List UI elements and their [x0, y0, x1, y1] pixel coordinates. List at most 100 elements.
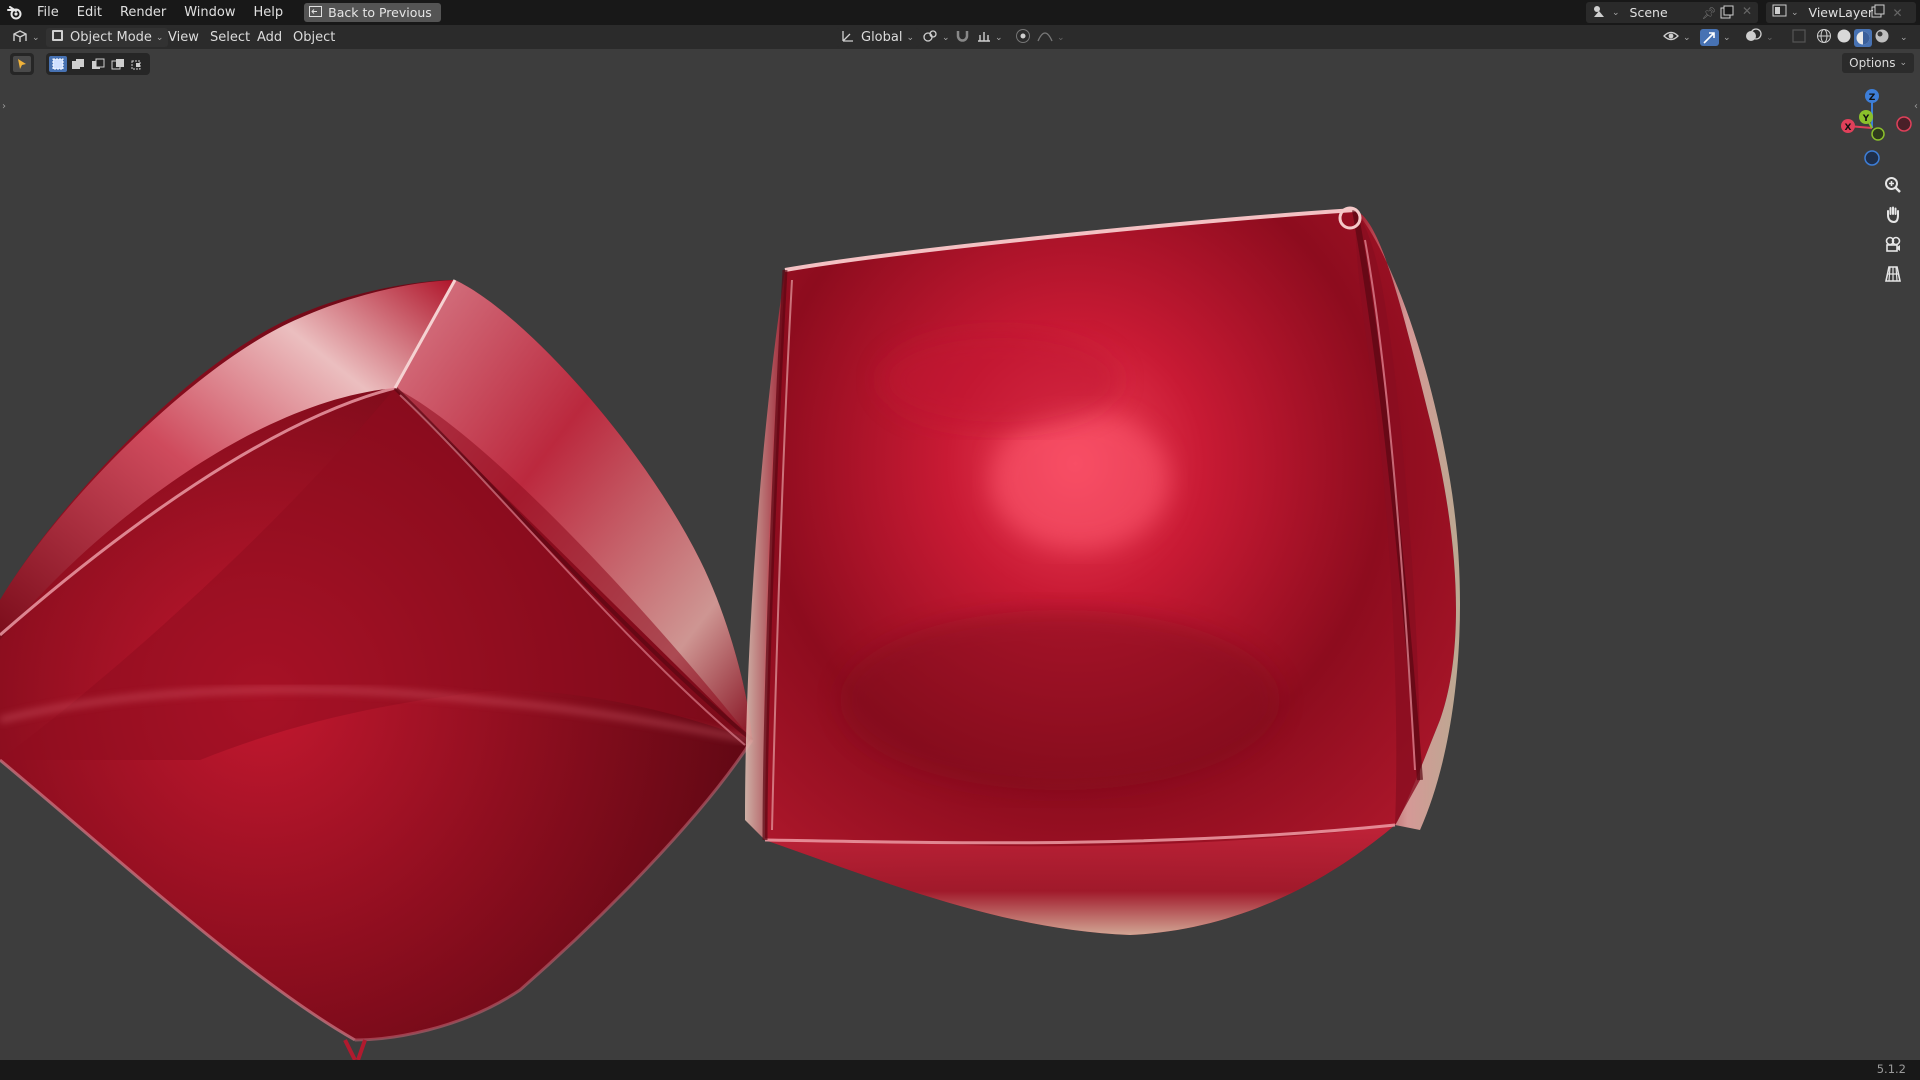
eye-icon — [1663, 29, 1679, 47]
xray-toggle[interactable] — [1792, 28, 1806, 47]
view-layer-name[interactable]: ViewLayer — [1809, 5, 1874, 20]
select-extend-icon[interactable] — [69, 56, 87, 72]
3d-viewport[interactable] — [0, 49, 1920, 1061]
viewport-header: ⌄ Object Mode ⌄ View Select Add Object G… — [0, 25, 1920, 49]
status-bar: 5.1.2 — [0, 1060, 1920, 1080]
proportional-edit-icon — [1015, 28, 1031, 48]
viewport-scene — [0, 206, 1460, 1061]
neg-z-axis-handle[interactable] — [1864, 150, 1880, 166]
new-scene-icon[interactable] — [1720, 5, 1734, 23]
toolbar-expand-arrow-icon[interactable]: › — [2, 101, 6, 112]
shading-material-button[interactable] — [1854, 28, 1872, 47]
menu-object[interactable]: Object — [293, 28, 335, 47]
editor-type-selector[interactable]: ⌄ — [12, 28, 40, 47]
pivot-point-dropdown[interactable]: ⌄ — [922, 28, 950, 47]
snap-target-dropdown[interactable]: ⌄ — [977, 28, 1003, 47]
menu-window[interactable]: Window — [175, 0, 244, 25]
chevron-down-icon: ⌄ — [32, 32, 40, 43]
mode-dropdown[interactable]: Object Mode ⌄ — [46, 28, 169, 47]
menu-select[interactable]: Select — [210, 28, 250, 47]
right-balloon[interactable] — [745, 206, 1460, 935]
navigation-gizmo[interactable]: Z X Y — [1832, 88, 1912, 168]
neg-x-axis-handle[interactable] — [1896, 116, 1912, 132]
neg-y-axis-handle[interactable] — [1871, 127, 1885, 141]
chevron-down-icon: ⌄ — [995, 32, 1003, 43]
menu-edit[interactable]: Edit — [68, 0, 111, 25]
zoom-icon — [1884, 176, 1902, 198]
orientation-label: Global — [861, 30, 903, 45]
wireframe-sphere-icon — [1816, 28, 1832, 48]
new-view-layer-icon[interactable] — [1871, 4, 1885, 22]
menu-render[interactable]: Render — [111, 0, 175, 25]
menu-help[interactable]: Help — [245, 0, 293, 25]
sidebar-expand-arrow-icon[interactable]: ‹ — [1914, 101, 1918, 112]
proportional-falloff-dropdown[interactable]: ⌄ — [1037, 28, 1065, 47]
shading-wireframe-button[interactable] — [1816, 28, 1832, 47]
menu-view[interactable]: View — [168, 28, 199, 47]
hand-icon — [1884, 205, 1902, 227]
active-tool-chip[interactable] — [10, 53, 34, 75]
pivot-icon — [922, 29, 938, 47]
zoom-button[interactable] — [1879, 173, 1907, 201]
object-visibility-dropdown[interactable]: ⌄ — [1663, 28, 1691, 47]
top-bar: File Edit Render Window Help Back to Pre… — [0, 0, 1920, 25]
menu-add[interactable]: Add — [257, 28, 282, 47]
snap-toggle[interactable] — [955, 28, 970, 47]
material-sphere-icon — [1854, 28, 1872, 47]
x-axis-label: X — [1845, 123, 1852, 133]
shading-options-dropdown[interactable]: ⌄ — [1896, 28, 1908, 47]
remove-view-layer-icon[interactable]: ✕ — [1893, 6, 1903, 20]
chevron-down-icon: ⌄ — [1766, 32, 1774, 43]
orientation-icon — [841, 29, 855, 47]
tool-settings-row — [10, 53, 150, 75]
selection-mode-group — [46, 53, 150, 75]
y-axis-label: Y — [1862, 114, 1870, 124]
z-axis-label: Z — [1869, 93, 1876, 103]
proportional-editing-toggle[interactable] — [1015, 28, 1031, 47]
select-intersect-icon[interactable] — [129, 56, 147, 72]
chevron-down-icon: ⌄ — [1791, 7, 1799, 18]
camera-view-button[interactable] — [1879, 232, 1907, 260]
overlays-icon — [1745, 28, 1762, 47]
back-to-previous-label: Back to Previous — [328, 5, 432, 20]
options-label: Options — [1849, 56, 1896, 70]
back-icon — [309, 5, 323, 20]
chevron-down-icon: ⌄ — [1057, 32, 1065, 43]
projection-toggle-button[interactable] — [1879, 262, 1907, 290]
3d-viewport-icon — [12, 29, 28, 47]
view-layer-selector[interactable]: ⌄ ViewLayer ✕ — [1766, 2, 1916, 23]
shading-solid-button[interactable] — [1836, 28, 1852, 47]
version-label: 5.1.2 — [1876, 1062, 1906, 1076]
cursor-tool-icon[interactable] — [13, 56, 31, 72]
chevron-down-icon: ⌄ — [1612, 7, 1620, 18]
object-mode-icon — [51, 29, 64, 46]
select-invert-icon[interactable] — [109, 56, 127, 72]
gizmo-icon — [1700, 29, 1719, 46]
pin-icon[interactable]: 📌︎ — [1702, 6, 1717, 20]
chevron-down-icon: ⌄ — [155, 32, 164, 43]
select-subtract-icon[interactable] — [89, 56, 107, 72]
chevron-down-icon: ⌄ — [942, 32, 950, 43]
scene-name[interactable]: Scene — [1630, 5, 1702, 20]
chevron-down-icon: ⌄ — [1723, 32, 1731, 43]
mode-label: Object Mode — [70, 30, 152, 45]
overlays-toggle[interactable]: ⌄ — [1745, 28, 1774, 47]
transform-orientation-dropdown[interactable]: Global ⌄ — [836, 28, 920, 47]
solid-sphere-icon — [1836, 28, 1852, 48]
back-to-previous-button[interactable]: Back to Previous — [304, 3, 441, 22]
chevron-down-icon: ⌄ — [1683, 32, 1691, 43]
chevron-down-icon: ⌄ — [906, 32, 915, 43]
pan-button[interactable] — [1879, 202, 1907, 230]
select-new-icon[interactable] — [49, 56, 67, 72]
shading-rendered-button[interactable] — [1874, 28, 1890, 47]
options-dropdown[interactable]: Options ⌄ — [1842, 53, 1914, 73]
left-balloon[interactable] — [0, 279, 754, 1061]
menu-file[interactable]: File — [28, 0, 68, 25]
gizmo-toggle[interactable]: ⌄ — [1700, 28, 1731, 47]
remove-scene-icon[interactable]: ✕ — [1742, 4, 1752, 18]
rendered-sphere-icon — [1874, 28, 1890, 48]
grid-icon — [1884, 265, 1902, 287]
chevron-down-icon: ⌄ — [1899, 58, 1907, 68]
camera-icon — [1884, 235, 1902, 257]
blender-logo-icon[interactable] — [2, 0, 28, 25]
